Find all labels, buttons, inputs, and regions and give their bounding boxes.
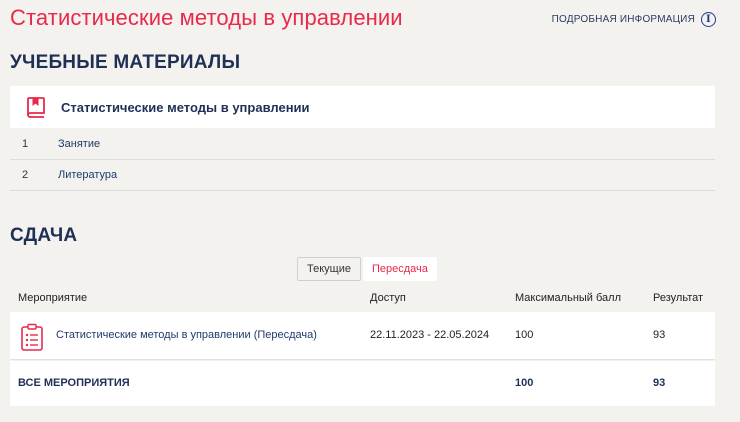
- more-info-label: ПОДРОБНАЯ ИНФОРМАЦИЯ: [551, 14, 695, 25]
- info-icon: i: [701, 12, 716, 27]
- page-title: Статистические методы в управлении: [10, 5, 403, 30]
- material-row: 1 Занятие: [10, 129, 715, 160]
- total-label: ВСЕ МЕРОПРИЯТИЯ: [18, 377, 130, 389]
- material-row-number: 1: [22, 138, 29, 150]
- tab-current[interactable]: Текущие: [297, 257, 361, 281]
- column-header-event: Мероприятие: [18, 292, 88, 304]
- tab-retake[interactable]: Пересдача: [362, 257, 437, 281]
- submission-heading: СДАЧА: [10, 225, 78, 246]
- total-result: 93: [653, 377, 666, 389]
- table-header: Мероприятие Доступ Максимальный балл Рез…: [10, 284, 715, 312]
- clipboard-icon: [21, 323, 43, 351]
- table-row: Статистические методы в управлении (Пере…: [10, 312, 715, 360]
- total-row: ВСЕ МЕРОПРИЯТИЯ 100 93: [10, 361, 715, 406]
- material-row-number: 2: [22, 169, 29, 181]
- result-value: 93: [653, 329, 666, 341]
- column-header-access: Доступ: [370, 292, 406, 304]
- materials-course-name: Статистические методы в управлении: [61, 99, 310, 115]
- access-period: 22.11.2023 - 22.05.2024: [370, 329, 490, 341]
- column-header-result: Результат: [653, 292, 704, 304]
- material-link-literature[interactable]: Литература: [58, 169, 117, 181]
- event-link[interactable]: Статистические методы в управлении (Пере…: [56, 329, 317, 341]
- more-info-link[interactable]: ПОДРОБНАЯ ИНФОРМАЦИЯ i: [552, 12, 716, 27]
- max-score-value: 100: [515, 329, 534, 341]
- materials-heading: УЧЕБНЫЕ МАТЕРИАЛЫ: [10, 52, 241, 73]
- total-max-score: 100: [515, 377, 534, 389]
- submission-tabs: Текущие Пересдача: [297, 257, 437, 281]
- material-link-lesson[interactable]: Занятие: [58, 138, 100, 150]
- column-header-max-score: Максимальный балл: [515, 292, 621, 304]
- book-icon: [27, 97, 45, 118]
- materials-course-card: Статистические методы в управлении: [10, 86, 715, 128]
- material-row: 2 Литература: [10, 160, 715, 191]
